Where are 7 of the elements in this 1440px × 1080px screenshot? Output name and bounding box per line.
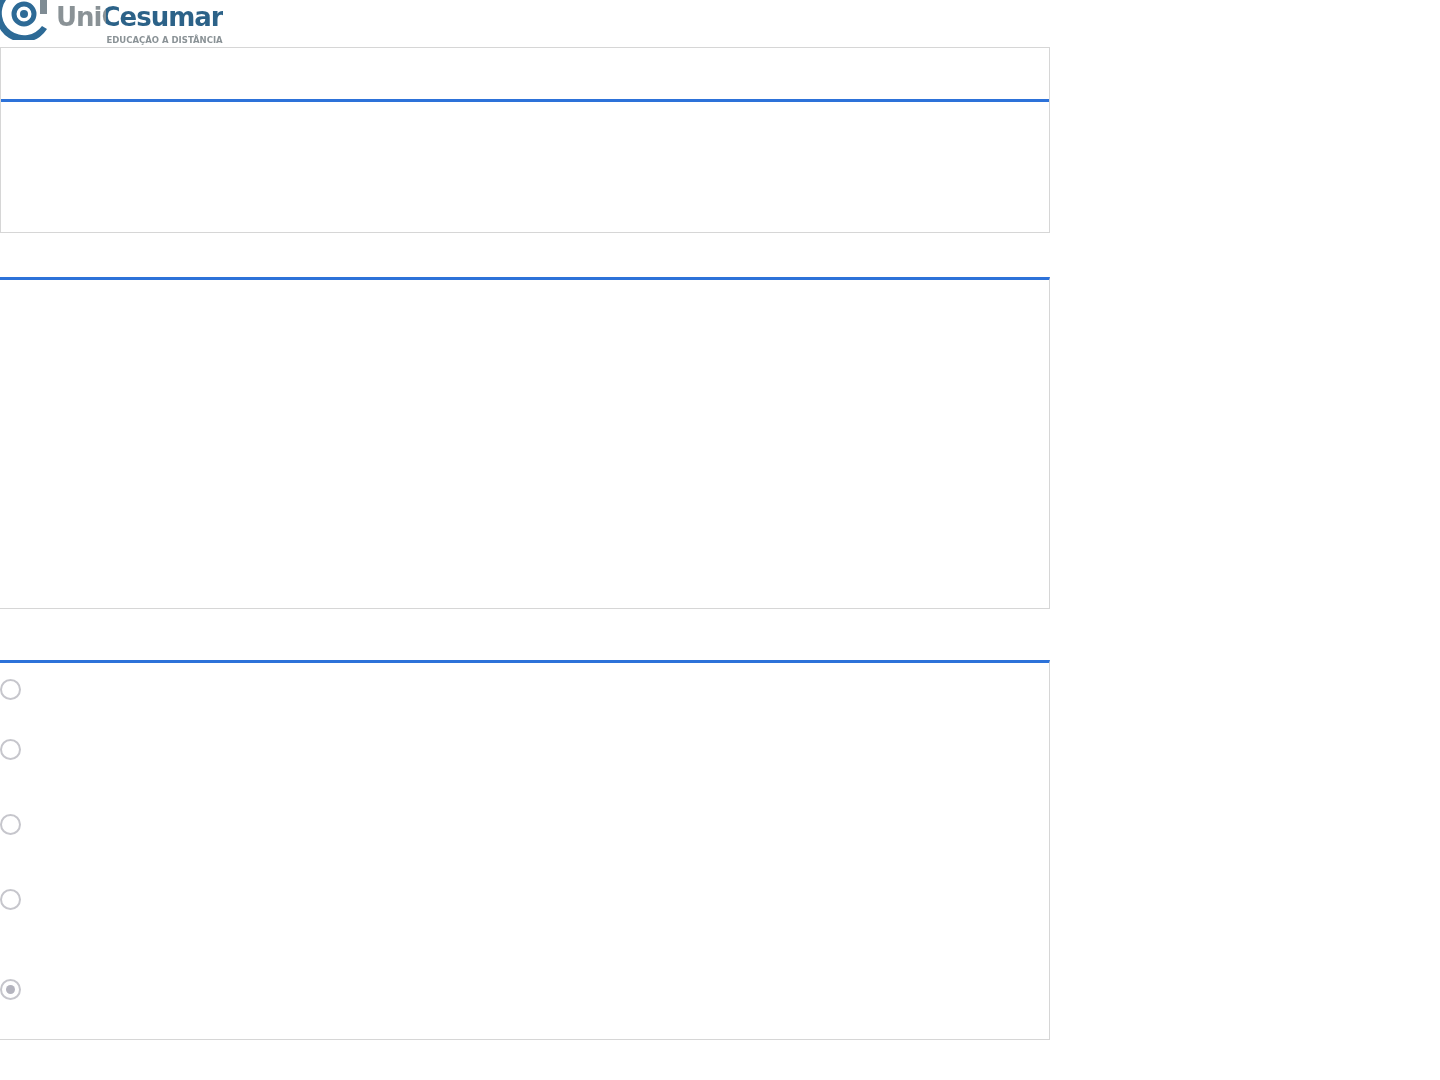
radio-button[interactable] [0,739,21,760]
radio-button[interactable] [0,814,21,835]
radio-button[interactable] [0,979,21,1000]
radio-button[interactable] [0,889,21,910]
radio-button[interactable] [0,679,21,700]
logo-icon [0,0,48,40]
logo-tagline: EDUCAÇÃO A DISTÂNCIA [106,35,223,45]
